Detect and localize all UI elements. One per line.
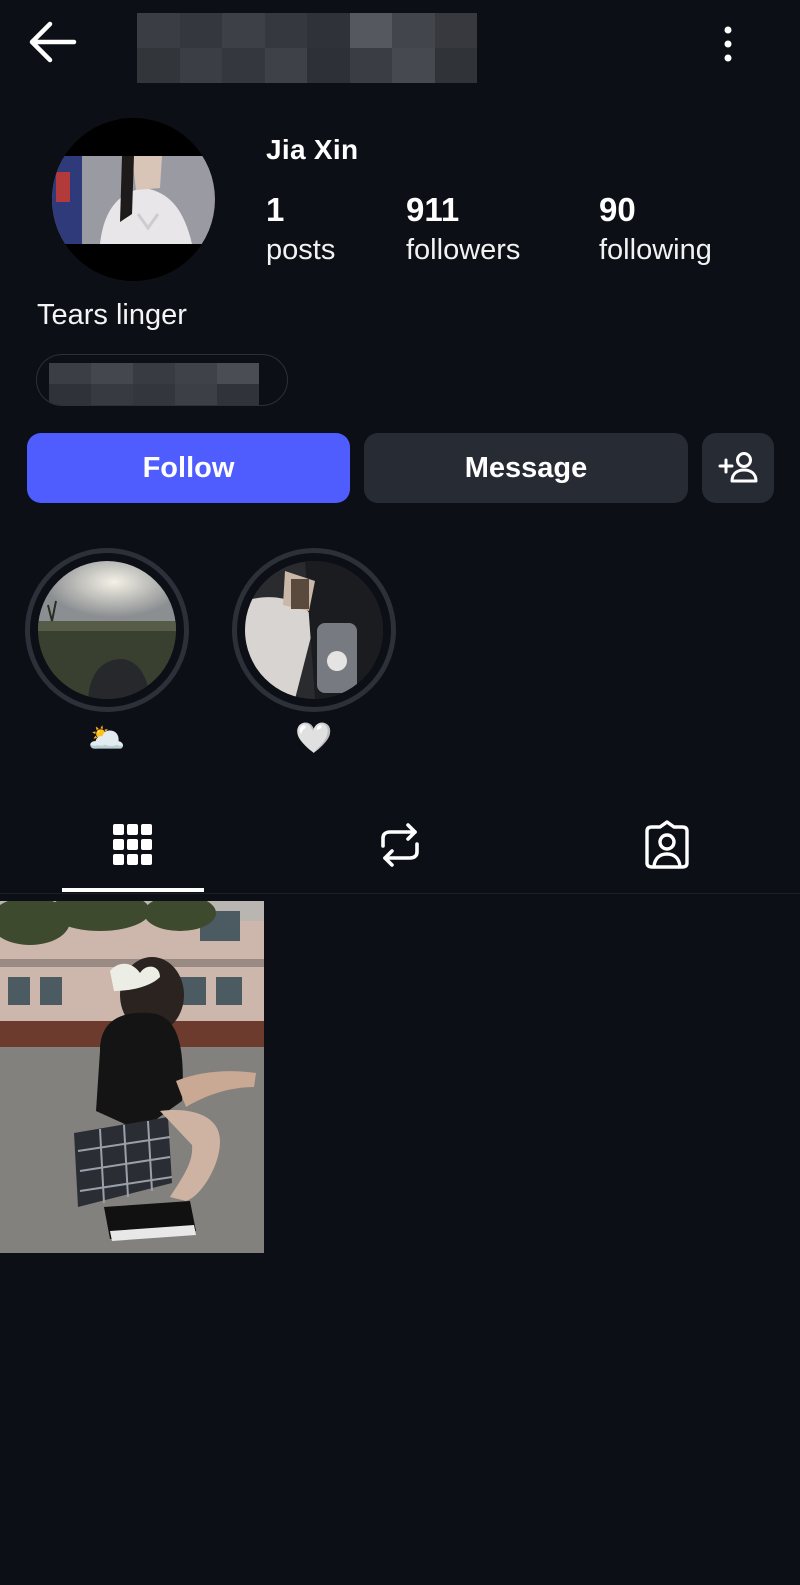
following-label: following xyxy=(599,234,712,266)
add-person-icon xyxy=(718,452,758,483)
highlight-1-photo xyxy=(38,561,176,699)
following-count: 90 xyxy=(599,191,636,228)
username-censored xyxy=(137,13,477,83)
tagged-person-icon xyxy=(645,820,689,869)
posts-label: posts xyxy=(266,234,336,266)
bio-text: Tears linger xyxy=(37,299,187,331)
tab-tagged[interactable] xyxy=(592,800,742,890)
highlight-2-label: 🤍 xyxy=(295,722,333,755)
story-highlight-2[interactable] xyxy=(232,548,396,712)
repost-icon xyxy=(381,823,419,867)
highlight-1-label: 🌥️ xyxy=(88,722,126,755)
add-user-button[interactable] xyxy=(702,433,774,503)
avatar-photo xyxy=(52,118,215,281)
avatar[interactable] xyxy=(52,118,215,281)
tab-posts-grid[interactable] xyxy=(58,800,208,890)
follow-button[interactable]: Follow xyxy=(27,433,350,503)
posts-count: 1 xyxy=(266,191,285,228)
more-options-button[interactable] xyxy=(712,22,744,66)
display-name: Jia Xin xyxy=(266,134,359,165)
followers-label: followers xyxy=(406,234,521,266)
tab-divider xyxy=(0,893,800,894)
back-button[interactable] xyxy=(22,18,82,68)
story-highlight-1[interactable] xyxy=(25,548,189,712)
followers-count: 911 xyxy=(406,191,460,228)
more-vertical-icon xyxy=(724,26,732,62)
grid-icon xyxy=(113,824,152,865)
post-thumbnail[interactable] xyxy=(0,901,264,1253)
post-photo xyxy=(0,901,264,1253)
tab-reposts[interactable] xyxy=(325,800,475,890)
stat-followers[interactable]: 911 followers xyxy=(406,190,520,270)
arrow-left-icon xyxy=(29,21,77,63)
highlight-2-photo xyxy=(245,561,383,699)
stat-posts[interactable]: 1 posts xyxy=(266,190,335,270)
stat-following[interactable]: 90 following xyxy=(599,190,712,270)
tab-active-indicator xyxy=(62,888,204,892)
message-button[interactable]: Message xyxy=(364,433,688,503)
profile-link-censored[interactable] xyxy=(36,354,288,406)
profile-screen: Jia Xin 1 posts 911 followers 90 followi… xyxy=(0,0,800,1585)
